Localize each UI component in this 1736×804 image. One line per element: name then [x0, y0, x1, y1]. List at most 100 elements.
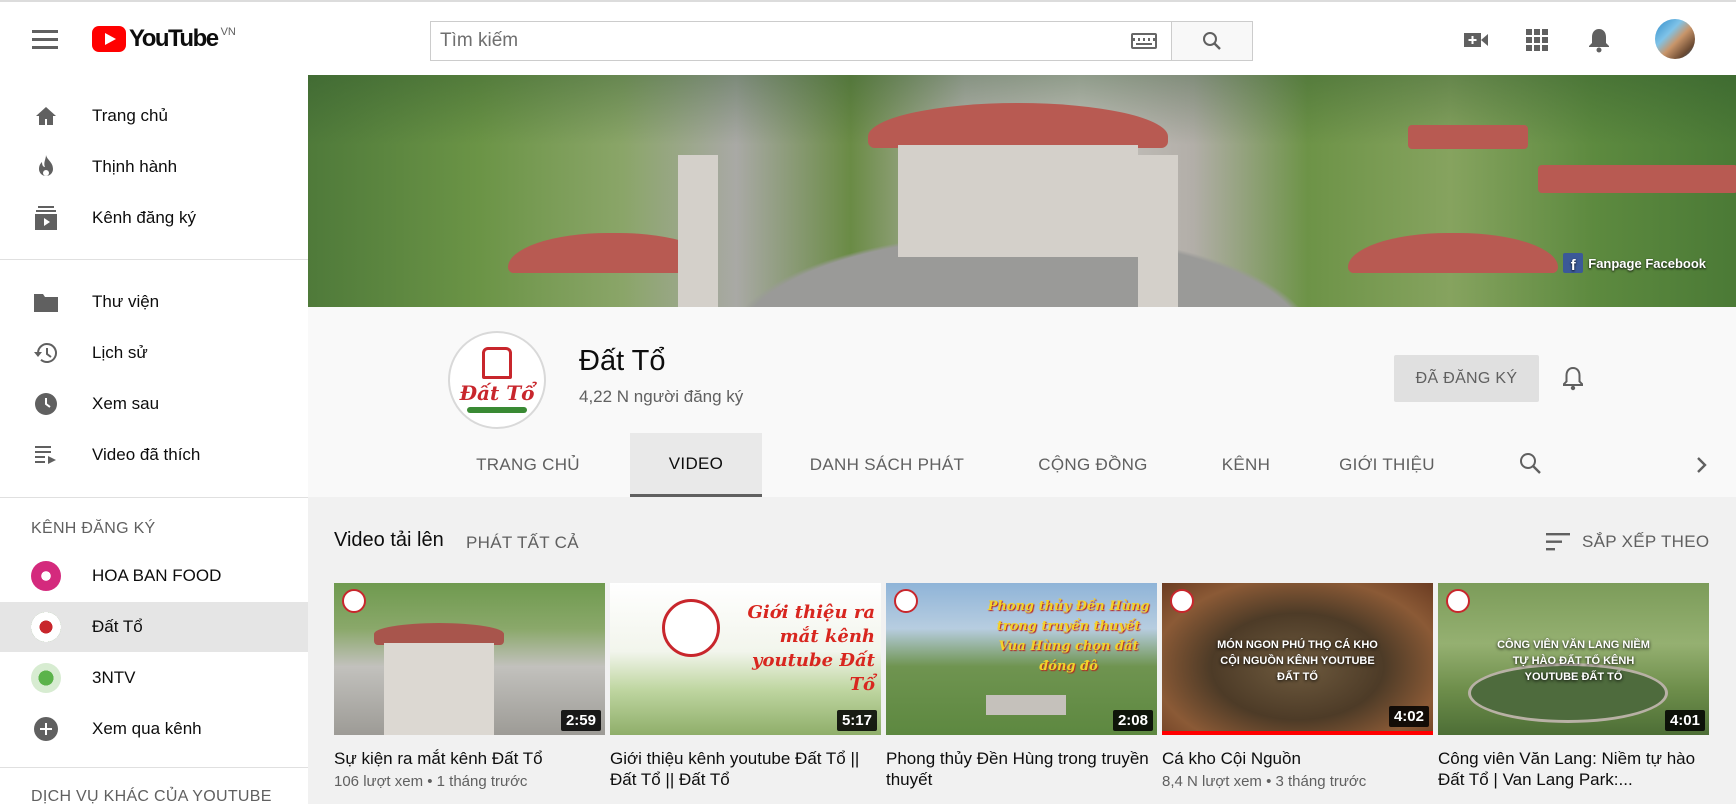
- sort-button[interactable]: SẮP XẾP THEO: [1546, 529, 1709, 555]
- video-meta: 106 lượt xem • 1 tháng trước: [334, 773, 528, 790]
- video-card[interactable]: MÓN NGON PHÚ THỌ CÁ KHO CỘI NGUỒN KÊNH Y…: [1162, 583, 1433, 790]
- tab-about[interactable]: GIỚI THIỆU: [1316, 433, 1458, 497]
- sidebar-item-trending[interactable]: Thịnh hành: [0, 142, 308, 192]
- building-roof: [1538, 165, 1736, 193]
- sidebar-item-liked-videos[interactable]: Video đã thích: [0, 430, 308, 480]
- uploads-title: Video tải lên: [334, 529, 444, 551]
- thumbnail-roof: [374, 623, 504, 645]
- video-thumbnail[interactable]: Phong thủy Đền Hùng trong truyền thuyết …: [886, 583, 1157, 735]
- sidebar-item-channel[interactable]: HOA BAN FOOD: [0, 551, 308, 601]
- video-title[interactable]: Sự kiện ra mắt kênh Đất Tổ: [334, 748, 605, 769]
- video-thumbnail[interactable]: CÔNG VIÊN VĂN LANG NIỀM TỰ HÀO ĐẤT TỔ KÊ…: [1438, 583, 1709, 735]
- video-title[interactable]: Cá kho Cội Nguồn: [1162, 748, 1433, 769]
- chevron-right-icon[interactable]: [1689, 453, 1713, 477]
- create-video-icon[interactable]: [1463, 27, 1489, 53]
- sort-label: SẮP XẾP THEO: [1582, 532, 1710, 551]
- apps-grid-icon[interactable]: [1524, 27, 1550, 53]
- channel-badge-icon: [1446, 589, 1470, 613]
- subscriber-count: 4,22 N người đăng ký: [579, 387, 744, 406]
- sidebar-item-subscriptions[interactable]: Kênh đăng ký: [0, 193, 308, 243]
- tab-channels[interactable]: KÊNH: [1194, 433, 1298, 497]
- play-all-button[interactable]: PHÁT TẤT CẢ: [466, 533, 579, 553]
- video-title[interactable]: Công viên Văn Lang: Niềm tự hào Đất Tổ |…: [1438, 748, 1709, 790]
- clock-icon: [34, 392, 58, 416]
- video-title[interactable]: Giới thiệu kênh youtube Đất Tổ || Đất Tổ…: [610, 748, 881, 790]
- tab-playlists[interactable]: DANH SÁCH PHÁT: [786, 433, 988, 497]
- thumbnail-gate: [986, 695, 1066, 715]
- more-services-heading: DỊCH VỤ KHÁC CỦA YOUTUBE: [31, 788, 272, 804]
- search-bar: [430, 21, 1253, 61]
- sidebar-divider: [0, 497, 308, 498]
- video-card[interactable]: 2:59 Sự kiện ra mắt kênh Đất Tổ 106 lượt…: [334, 583, 605, 790]
- top-bar: YouTube VN: [0, 0, 1736, 75]
- thumbnail-text: CÔNG VIÊN VĂN LANG NIỀM TỰ HÀO ĐẤT TỔ KÊ…: [1497, 639, 1650, 683]
- video-card[interactable]: CÔNG VIÊN VĂN LANG NIỀM TỰ HÀO ĐẤT TỔ KÊ…: [1438, 583, 1709, 794]
- keyboard-icon[interactable]: [1131, 33, 1157, 49]
- sidebar-item-label: Thịnh hành: [92, 157, 178, 176]
- tab-videos[interactable]: VIDEO: [630, 433, 762, 497]
- subscribed-button[interactable]: ĐÃ ĐĂNG KÝ: [1394, 355, 1539, 402]
- sidebar-item-history[interactable]: Lịch sử: [0, 328, 308, 378]
- sidebar-item-browse-channels[interactable]: Xem qua kênh: [0, 704, 308, 754]
- sidebar-item-label: Lịch sử: [92, 343, 148, 362]
- channel-badge-icon: [1170, 589, 1194, 613]
- thumbnail-logo: [662, 599, 720, 657]
- menu-icon[interactable]: [32, 30, 58, 50]
- user-avatar[interactable]: [1655, 19, 1695, 59]
- channel-logo[interactable]: Đất Tổ: [448, 331, 546, 429]
- youtube-play-icon: [92, 26, 126, 52]
- sidebar-item-label: Kênh đăng ký: [92, 208, 196, 227]
- video-title[interactable]: Phong thủy Đền Hùng trong truyền thuyết: [886, 748, 1157, 790]
- video-card[interactable]: Phong thủy Đền Hùng trong truyền thuyết …: [886, 583, 1157, 794]
- youtube-logo[interactable]: YouTube VN: [92, 26, 236, 54]
- thumbnail-text: MÓN NGON PHÚ THỌ CÁ KHO CỘI NGUỒN KÊNH Y…: [1217, 639, 1378, 683]
- video-thumbnail[interactable]: 2:59: [334, 583, 605, 735]
- uploads-section: Video tải lên PHÁT TẤT CẢ SẮP XẾP THEO 2…: [308, 497, 1736, 804]
- sidebar: Trang chủ Thịnh hành Kênh đăng ký Thư vi…: [0, 75, 308, 804]
- video-duration: 2:08: [1112, 710, 1153, 731]
- fanpage-facebook-link[interactable]: f Fanpage Facebook: [1563, 253, 1706, 273]
- channel-banner: f Fanpage Facebook: [308, 75, 1736, 307]
- home-icon: [34, 104, 58, 128]
- sidebar-item-library[interactable]: Thư viện: [0, 277, 308, 327]
- video-thumbnail[interactable]: Giới thiệu ra mắt kênh youtube Đất Tổ 5:…: [610, 583, 881, 735]
- channel-header: Đất Tổ Đất Tổ 4,22 N người đăng ký ĐÃ ĐĂ…: [308, 307, 1736, 497]
- temple-wall: [898, 145, 1138, 257]
- sidebar-divider: [0, 767, 308, 768]
- channel-search-icon[interactable]: [1518, 451, 1544, 477]
- sidebar-item-channel[interactable]: Đất Tổ: [0, 602, 308, 652]
- tab-community[interactable]: CỘNG ĐỒNG: [1008, 433, 1178, 497]
- sidebar-item-channel[interactable]: 3NTV: [0, 653, 308, 703]
- history-icon: [34, 341, 58, 365]
- fanpage-label: Fanpage Facebook: [1588, 255, 1706, 271]
- thumbnail-gate: [384, 643, 494, 735]
- video-duration: 5:17: [836, 710, 877, 731]
- sidebar-item-label: Đất Tổ: [92, 617, 143, 636]
- add-circle-icon: [34, 717, 58, 741]
- playlist-icon: [34, 443, 58, 467]
- flame-icon: [34, 155, 58, 179]
- notifications-bell-icon[interactable]: [1586, 27, 1612, 53]
- subscriptions-icon: [34, 206, 58, 230]
- sidebar-divider: [0, 259, 308, 260]
- channel-badge-icon: [342, 589, 366, 613]
- gate-roof-right: [1348, 233, 1558, 273]
- temple-emblem-icon: [482, 347, 512, 379]
- tab-home[interactable]: TRANG CHỦ: [442, 433, 614, 497]
- video-duration: 4:01: [1664, 710, 1705, 731]
- sidebar-item-label: Xem qua kênh: [92, 719, 202, 738]
- thumbnail-text: Phong thủy Đền Hùng trong truyền thuyết …: [987, 599, 1150, 674]
- logo-text: YouTube: [129, 25, 219, 52]
- channel-avatar: [31, 663, 61, 693]
- leaf-icon: [467, 407, 527, 413]
- sidebar-item-watch-later[interactable]: Xem sau: [0, 379, 308, 429]
- search-input[interactable]: [431, 30, 1131, 52]
- video-card[interactable]: Giới thiệu ra mắt kênh youtube Đất Tổ 5:…: [610, 583, 881, 794]
- search-button[interactable]: [1171, 21, 1253, 61]
- channel-avatar: [31, 612, 61, 642]
- sidebar-item-home[interactable]: Trang chủ: [0, 91, 308, 141]
- video-meta: 8,4 N lượt xem • 3 tháng trước: [1162, 773, 1367, 790]
- notification-bell-icon[interactable]: [1561, 365, 1585, 391]
- video-thumbnail[interactable]: MÓN NGON PHÚ THỌ CÁ KHO CỘI NGUỒN KÊNH Y…: [1162, 583, 1433, 735]
- search-icon: [1203, 32, 1221, 50]
